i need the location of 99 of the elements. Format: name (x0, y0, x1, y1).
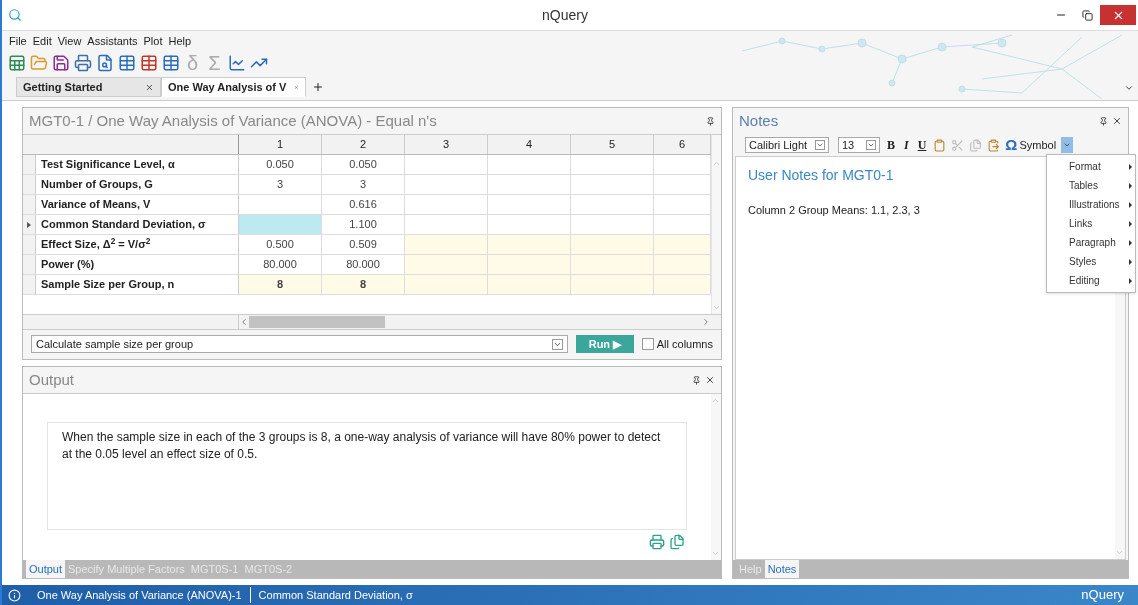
table-cell[interactable] (654, 235, 711, 254)
scroll-up-icon[interactable] (711, 396, 720, 405)
current-row-icon (27, 221, 31, 228)
column-header: 1 (239, 135, 322, 154)
close-button[interactable] (1100, 5, 1136, 25)
info-icon (8, 588, 21, 602)
table-cell[interactable] (239, 215, 322, 234)
format-button[interactable]: B (885, 136, 897, 154)
caret-icon (1063, 141, 1072, 149)
table-cell[interactable] (654, 255, 711, 274)
table-cell[interactable] (405, 275, 488, 294)
panel-title: Notes (739, 110, 779, 131)
logo-text: nQuery (1081, 586, 1124, 605)
restore-icon (1081, 9, 1093, 21)
checkbox-label: All columns (656, 336, 713, 352)
table-cell[interactable] (488, 255, 571, 274)
table-icon[interactable] (140, 54, 158, 72)
menu-item[interactable]: Editing (1047, 271, 1135, 290)
pin-icon[interactable] (706, 116, 715, 126)
menu-item[interactable]: View (54, 32, 85, 50)
status-text: Common Standard Deviation, σ (249, 586, 421, 604)
add-tab-icon[interactable] (312, 81, 324, 93)
table-cell[interactable] (571, 235, 654, 254)
column-header: 2 (322, 135, 405, 154)
table-cell[interactable]: 8 (322, 275, 405, 294)
table-cell[interactable] (488, 275, 571, 294)
scroll-up-icon[interactable] (712, 159, 721, 168)
panel-tab[interactable]: Notes (764, 560, 800, 578)
panel-tab[interactable]: Output (26, 560, 66, 578)
dropdown-caret-icon (552, 338, 564, 350)
dropdown-caret-icon[interactable] (1124, 83, 1134, 93)
pin-icon[interactable] (1099, 116, 1108, 126)
notes-body: Column 2 Group Means: 1.1, 2.3, 3 (748, 203, 920, 218)
menu-item[interactable]: Format (1047, 157, 1135, 176)
format-button[interactable]: I (902, 136, 911, 154)
scroll-down-icon[interactable] (1115, 548, 1124, 557)
scroll-down-icon[interactable] (712, 303, 721, 312)
size-dropdown[interactable]: 13 (838, 137, 880, 153)
column-header: 5 (571, 135, 654, 154)
menu-item[interactable]: Assistants (84, 32, 141, 50)
output-text: When the sample size in each of the 3 groups is 8, a one-way analysis of variance will have 80% power to detect at the 0.05 level an effect size of 0.5. (62, 429, 662, 463)
close-icon[interactable] (705, 375, 715, 385)
paste-icon[interactable] (987, 138, 1001, 152)
menu-item[interactable]: Help (165, 32, 195, 50)
search-logo-icon (8, 8, 22, 22)
panel-title: MGT0-1 / One Way Analysis of Variance (ANOVA) - Equal n's (29, 110, 437, 131)
panel-title: Output (29, 369, 75, 390)
calculation-dropdown[interactable]: Calculate sample size per group (31, 335, 569, 353)
scroll-down-icon[interactable] (711, 549, 720, 558)
more-button[interactable] (1061, 137, 1074, 153)
table-icon[interactable] (118, 54, 136, 72)
document-tab[interactable]: One Way Analysis of V (161, 77, 306, 97)
close-icon[interactable] (145, 82, 154, 92)
menu-item[interactable]: Styles (1047, 252, 1135, 271)
save-icon[interactable] (52, 54, 70, 72)
menu-item[interactable]: Links (1047, 214, 1135, 233)
document-tab[interactable]: Getting Started (16, 77, 161, 97)
print-icon[interactable] (649, 534, 665, 550)
menu-item[interactable]: Illustrations (1047, 195, 1135, 214)
scroll-right-icon[interactable] (701, 317, 711, 327)
notes-heading: User Notes for MGT0-1 (748, 166, 894, 185)
menu-item[interactable]: Plot (140, 32, 166, 50)
clipboard-icon[interactable] (933, 138, 947, 152)
vertical-scrollbar[interactable] (711, 394, 721, 560)
menu-item[interactable]: File (6, 32, 30, 50)
table-icon[interactable] (162, 54, 180, 72)
scissors-icon[interactable] (951, 138, 965, 152)
row-selector[interactable] (23, 215, 36, 234)
symbol-button[interactable]: Ω Symbol (1005, 133, 1057, 157)
scroll-thumb[interactable] (249, 316, 385, 328)
table-cell[interactable]: 8 (239, 275, 322, 294)
print-preview-icon[interactable] (96, 54, 114, 72)
copy-icon[interactable] (669, 534, 685, 550)
all-columns-checkbox[interactable] (641, 338, 654, 350)
table-cell[interactable] (405, 235, 488, 254)
spreadsheet-icon[interactable] (8, 54, 26, 72)
menu-item[interactable]: Edit (29, 32, 55, 50)
scroll-left-icon[interactable] (239, 317, 249, 327)
dropdown-caret-icon (866, 140, 876, 150)
print-icon[interactable] (74, 54, 92, 72)
pin-icon[interactable] (692, 375, 701, 385)
format-button[interactable]: U (915, 136, 929, 154)
table-cell[interactable] (405, 255, 488, 274)
copy-icon[interactable] (969, 138, 983, 152)
dropdown-caret-icon (815, 140, 825, 150)
close-icon[interactable] (1112, 116, 1122, 126)
vertical-scrollbar[interactable] (711, 135, 721, 314)
table-cell[interactable] (571, 255, 654, 274)
column-header: 4 (488, 135, 571, 154)
line-chart-icon[interactable] (227, 54, 246, 72)
font-dropdown[interactable]: Calibri Light (745, 137, 829, 153)
column-header: 3 (405, 135, 488, 154)
menu-item[interactable]: Paragraph (1047, 233, 1135, 252)
table-cell[interactable] (571, 275, 654, 294)
status-text: One Way Analysis of Variance (ANOVA)-1 (36, 587, 243, 603)
window-title: nQuery (542, 5, 588, 25)
menu-item[interactable]: Tables (1047, 176, 1135, 195)
table-cell[interactable] (654, 275, 711, 294)
table-cell[interactable] (488, 235, 571, 254)
